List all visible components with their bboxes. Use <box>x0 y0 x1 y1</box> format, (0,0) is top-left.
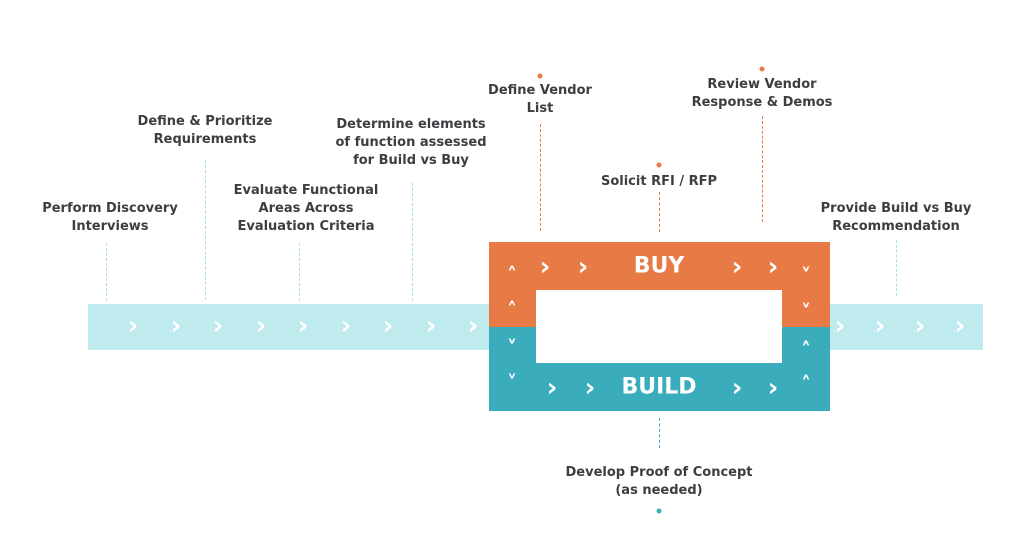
chevron-right-icon: › <box>255 311 267 341</box>
chevron-right-icon: › <box>170 311 182 341</box>
step-define-vendor-list: Define Vendor List <box>488 82 592 118</box>
chevron-up-icon: ˄ <box>801 338 811 362</box>
label-line: for Build vs Buy <box>353 153 469 168</box>
label-line: Response & Demos <box>691 95 833 110</box>
label-line: Perform Discovery <box>42 201 178 216</box>
chevron-right-icon: › <box>577 252 589 282</box>
connector-line <box>540 124 541 231</box>
chevron-right-icon: › <box>297 311 309 341</box>
label-line: Interviews <box>71 219 149 234</box>
connector-line <box>205 160 206 300</box>
chevron-right-icon: › <box>731 252 743 282</box>
chevron-right-icon: › <box>382 311 394 341</box>
step-develop-poc: Develop Proof of Concept (as needed) <box>566 464 753 500</box>
chevron-right-icon: › <box>874 311 886 341</box>
build-label: BUILD <box>621 374 697 400</box>
step-evaluate-functional-areas: Evaluate Functional Areas Across Evaluat… <box>234 182 379 236</box>
chevron-right-icon: › <box>212 311 224 341</box>
step-perform-discovery: Perform Discovery Interviews <box>42 200 178 236</box>
chevron-right-icon: › <box>834 311 846 341</box>
label-line: Evaluation Criteria <box>237 219 375 234</box>
label-line: Recommendation <box>832 219 960 234</box>
connector-line <box>659 418 660 448</box>
connector-line <box>299 243 300 301</box>
label-line: Determine elements <box>336 117 486 132</box>
chevron-right-icon: › <box>340 311 352 341</box>
label-line: Develop Proof of Concept <box>565 465 753 480</box>
chevron-up-icon: ˄ <box>801 372 811 396</box>
buy-label: BUY <box>633 253 685 279</box>
label-line: (as needed) <box>615 483 703 498</box>
label-line: List <box>526 101 554 116</box>
label-line: Areas Across <box>258 201 354 216</box>
chevron-down-icon: ˅ <box>801 300 811 324</box>
chevron-right-icon: › <box>425 311 437 341</box>
step-dot <box>656 162 662 168</box>
step-dot <box>656 508 662 514</box>
label-line: Define Vendor <box>488 83 592 98</box>
step-review-vendor-response: Review Vendor Response & Demos <box>692 76 833 112</box>
step-solicit-rfi-rfp: Solicit RFI / RFP <box>601 173 717 191</box>
chevron-right-icon: › <box>731 373 743 403</box>
label-line: Evaluate Functional <box>233 183 379 198</box>
step-define-requirements: Define & Prioritize Requirements <box>138 113 273 149</box>
connector-line <box>412 183 413 301</box>
chevron-down-icon: ˅ <box>801 264 811 288</box>
connector-line <box>762 116 763 222</box>
chevron-right-icon: › <box>767 373 779 403</box>
label-line: Review Vendor <box>707 77 817 92</box>
label-line: of function assessed <box>335 135 487 150</box>
chevron-right-icon: › <box>127 311 139 341</box>
chevron-down-icon: ˅ <box>507 336 517 360</box>
chevron-up-icon: ˄ <box>507 298 517 322</box>
step-provide-recommendation: Provide Build vs Buy Recommendation <box>821 200 972 236</box>
chevron-right-icon: › <box>767 252 779 282</box>
step-dot <box>537 73 543 79</box>
loop-center <box>536 290 782 363</box>
connector-line <box>659 192 660 232</box>
label-line: Requirements <box>153 132 257 147</box>
chevron-right-icon: › <box>584 373 596 403</box>
label-line: Provide Build vs Buy <box>820 201 972 216</box>
chevron-right-icon: › <box>546 373 558 403</box>
label-line: Solicit RFI / RFP <box>600 174 718 189</box>
chevron-right-icon: › <box>467 311 479 341</box>
connector-line <box>106 243 107 301</box>
connector-line <box>896 240 897 296</box>
chevron-down-icon: ˅ <box>507 371 517 395</box>
chevron-up-icon: ˄ <box>507 263 517 287</box>
chevron-right-icon: › <box>914 311 926 341</box>
step-determine-elements: Determine elements of function assessed … <box>335 116 486 170</box>
chevron-right-icon: › <box>954 311 966 341</box>
step-dot <box>759 66 765 72</box>
chevron-right-icon: › <box>539 252 551 282</box>
label-line: Define & Prioritize <box>137 114 273 129</box>
